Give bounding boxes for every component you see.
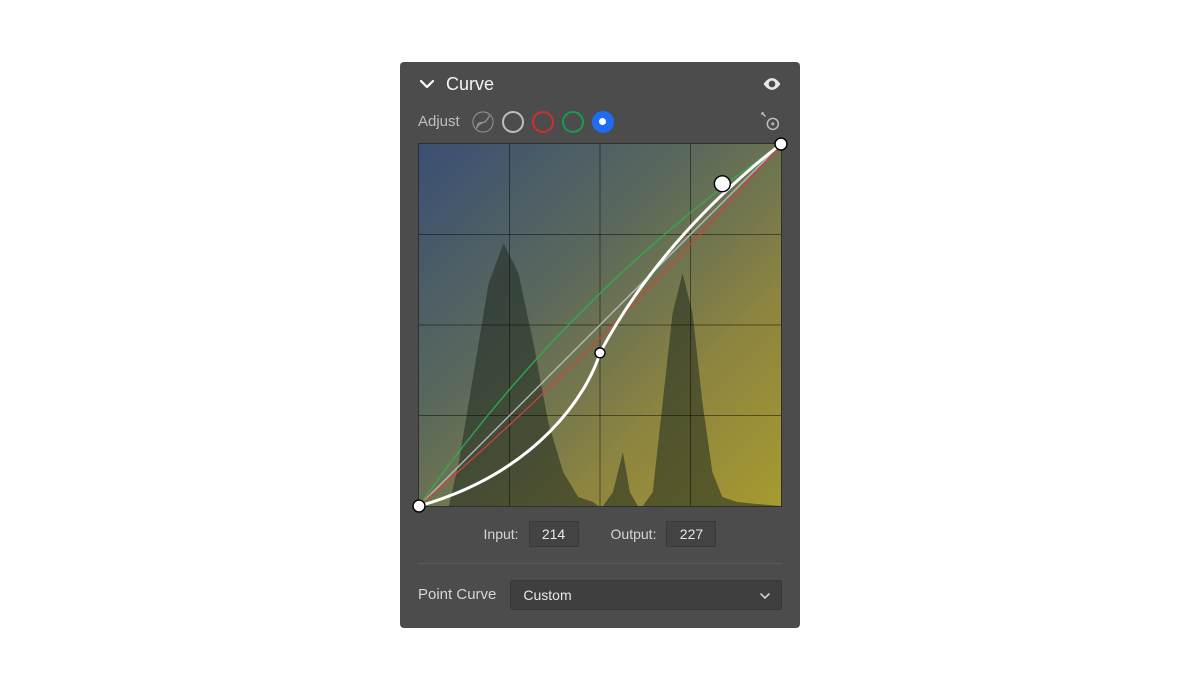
panel-title: Curve (446, 74, 752, 95)
input-label: Input: (484, 526, 519, 542)
chevron-down-icon (759, 589, 771, 601)
adjust-label: Adjust (418, 113, 460, 130)
chevron-down-icon[interactable] (418, 75, 436, 93)
output-field[interactable] (666, 521, 716, 547)
point-curve-label: Point Curve (418, 586, 496, 603)
curve-canvas[interactable] (419, 144, 781, 506)
curve-editor[interactable] (418, 143, 782, 507)
curve-panel: Curve Adjust (400, 62, 800, 628)
preset-row: Point Curve Custom (400, 570, 800, 628)
channel-rgb-button[interactable] (502, 111, 524, 133)
channel-blue-button[interactable] (592, 111, 614, 133)
point-curve-select[interactable]: Custom (510, 580, 782, 610)
input-output-row: Input: Output: (400, 507, 800, 557)
targeted-adjust-icon[interactable] (760, 111, 782, 133)
input-field[interactable] (529, 521, 579, 547)
channel-red-button[interactable] (532, 111, 554, 133)
output-label: Output: (611, 526, 657, 542)
parametric-curve-icon[interactable] (472, 111, 494, 133)
panel-header: Curve (400, 62, 800, 103)
point-curve-value: Custom (523, 587, 571, 603)
visibility-toggle-icon[interactable] (762, 74, 782, 94)
channel-row: Adjust (400, 103, 800, 143)
channel-green-button[interactable] (562, 111, 584, 133)
divider (418, 563, 782, 564)
